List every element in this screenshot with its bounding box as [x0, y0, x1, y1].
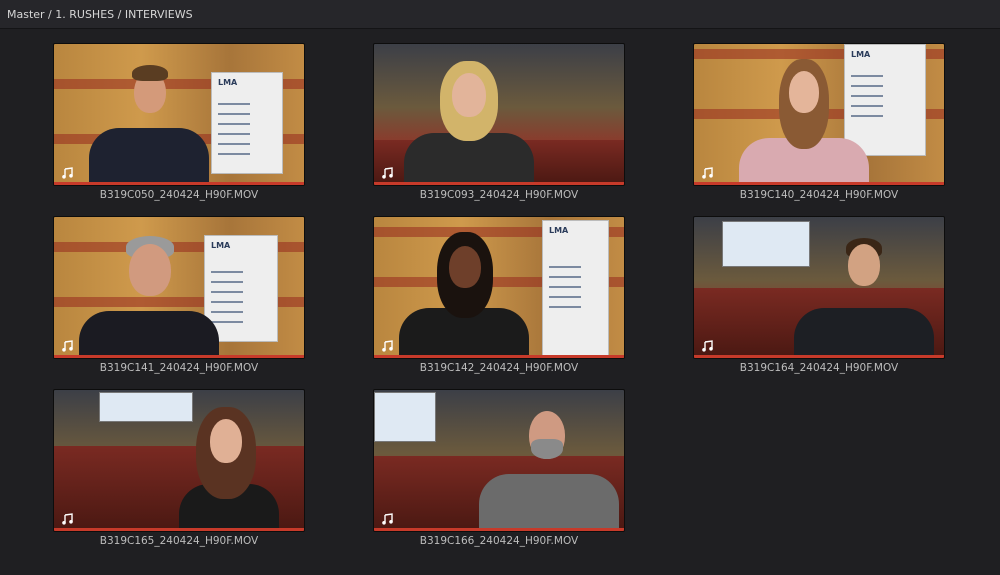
clip-progress-bar — [374, 182, 624, 185]
clip-progress-bar — [54, 528, 304, 531]
clip-progress-bar — [694, 355, 944, 358]
clip-thumbnail[interactable] — [693, 216, 945, 359]
clip-name[interactable]: B319C050_240424_H90F.MOV — [53, 189, 305, 201]
clip-progress-bar — [54, 182, 304, 185]
breadcrumb[interactable]: Master / 1. RUSHES / INTERVIEWS — [7, 8, 193, 21]
clip-tile[interactable]: LMA B319C142_240424_H90F.MOV — [373, 216, 625, 384]
interviewee-image — [479, 399, 619, 529]
projection-screen-image — [374, 392, 436, 442]
clip-progress-bar — [54, 355, 304, 358]
clip-thumbnail[interactable]: LMA — [53, 216, 305, 359]
clip-tile[interactable]: LMA B319C140_240424_H90F.MOV — [693, 43, 945, 211]
clip-tile[interactable]: B319C166_240424_H90F.MOV — [373, 389, 625, 557]
clip-progress-bar — [374, 528, 624, 531]
interviewee-image — [794, 226, 934, 356]
clip-thumbnail[interactable]: LMA — [53, 43, 305, 186]
audio-note-icon — [702, 167, 713, 179]
banner-image: LMA — [211, 72, 283, 174]
banner-image: LMA — [542, 220, 609, 357]
clip-thumbnail[interactable] — [373, 389, 625, 532]
clip-tile[interactable]: B319C164_240424_H90F.MOV — [693, 216, 945, 384]
audio-note-icon — [382, 340, 393, 352]
interviewee-image — [399, 226, 529, 356]
clip-thumbnail[interactable]: LMA — [373, 216, 625, 359]
interviewee-image — [89, 53, 209, 183]
clip-progress-bar — [694, 182, 944, 185]
clip-tile[interactable]: B319C165_240424_H90F.MOV — [53, 389, 305, 557]
interviewee-image — [404, 53, 534, 183]
clip-tile[interactable]: LMA B319C141_240424_H90F.MOV — [53, 216, 305, 384]
clip-thumbnail[interactable] — [373, 43, 625, 186]
clip-name[interactable]: B319C165_240424_H90F.MOV — [53, 535, 305, 547]
clip-tile[interactable]: B319C093_240424_H90F.MOV — [373, 43, 625, 211]
clip-name[interactable]: B319C141_240424_H90F.MOV — [53, 362, 305, 374]
clip-name[interactable]: B319C142_240424_H90F.MOV — [373, 362, 625, 374]
audio-note-icon — [702, 340, 713, 352]
clip-name[interactable]: B319C140_240424_H90F.MOV — [693, 189, 945, 201]
interviewee-image — [174, 399, 284, 529]
clip-name[interactable]: B319C093_240424_H90F.MOV — [373, 189, 625, 201]
clip-name[interactable]: B319C164_240424_H90F.MOV — [693, 362, 945, 374]
clip-tile[interactable]: LMA B319C050_240424_H90F.MOV — [53, 43, 305, 211]
clip-thumbnail[interactable]: LMA — [693, 43, 945, 186]
interviewee-image — [79, 226, 219, 356]
clip-progress-bar — [374, 355, 624, 358]
audio-note-icon — [62, 513, 73, 525]
clip-name[interactable]: B319C166_240424_H90F.MOV — [373, 535, 625, 547]
audio-note-icon — [62, 340, 73, 352]
interviewee-image — [739, 53, 869, 183]
clip-thumbnail[interactable] — [53, 389, 305, 532]
audio-note-icon — [62, 167, 73, 179]
audio-note-icon — [382, 513, 393, 525]
path-bar: Master / 1. RUSHES / INTERVIEWS — [0, 0, 1000, 29]
audio-note-icon — [382, 167, 393, 179]
